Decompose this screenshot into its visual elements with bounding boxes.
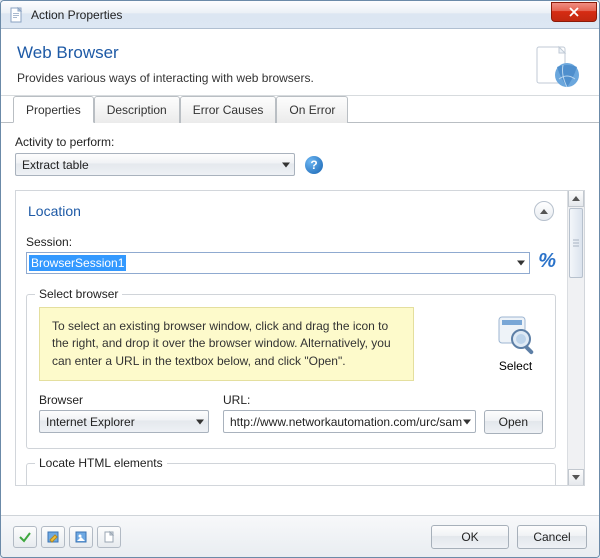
tab-properties[interactable]: Properties [13,96,94,123]
chevron-up-icon [540,209,548,214]
image-icon [74,530,88,544]
chevron-down-icon [282,162,290,167]
image-mini-button[interactable] [69,526,93,548]
window-title: Action Properties [31,8,551,22]
select-browser-group: Select browser To select an existing bro… [26,294,556,449]
select-label: Select [488,359,543,373]
triangle-down-icon [572,475,580,480]
activity-label: Activity to perform: [15,135,585,149]
chevron-down-icon [196,419,204,424]
page-title: Web Browser [17,43,583,63]
triangle-up-icon [572,196,580,201]
new-mini-button[interactable] [97,526,121,548]
session-value: BrowserSession1 [29,255,126,271]
edit-mini-button[interactable] [41,526,65,548]
document-icon [102,530,116,544]
help-icon[interactable]: ? [305,156,323,174]
tab-description[interactable]: Description [94,96,180,123]
dialog-window: Action Properties Web Browser Provides v… [0,0,600,558]
chevron-down-icon [517,261,525,266]
locate-elements-group: Locate HTML elements [26,463,556,485]
browser-combo-value: Internet Explorer [46,415,135,429]
session-label: Session: [26,235,556,249]
titlebar: Action Properties [1,1,599,29]
open-button[interactable]: Open [484,410,543,434]
tab-on-error[interactable]: On Error [276,96,348,123]
pencil-icon [46,530,60,544]
vertical-scrollbar[interactable] [567,191,584,485]
url-value: http://www.networkautomation.com/urc/sam [230,415,462,429]
select-browser-hint: To select an existing browser window, cl… [39,307,414,381]
properties-scroll-area: Location Session: BrowserSession1 % [15,190,585,486]
scroll-up-button[interactable] [568,191,584,207]
magnifier-icon [495,313,537,355]
activity-combo[interactable]: Extract table [15,153,295,176]
browser-label: Browser [39,393,209,407]
location-section-title: Location [28,203,81,219]
page-subtitle: Provides various ways of interacting wit… [17,71,583,85]
url-combo[interactable]: http://www.networkautomation.com/urc/sam [223,410,476,433]
percent-variable-button[interactable]: % [538,250,556,273]
url-label: URL: [223,393,543,407]
tab-error-causes[interactable]: Error Causes [180,96,277,123]
scroll-thumb[interactable] [569,208,583,278]
select-browser-group-title: Select browser [35,287,122,301]
close-icon [568,7,580,17]
scroll-down-button[interactable] [568,469,584,485]
confirm-mini-button[interactable] [13,526,37,548]
activity-combo-value: Extract table [22,158,89,172]
select-drag-target[interactable]: Select [488,313,543,373]
ok-button[interactable]: OK [431,525,509,549]
dialog-header: Web Browser Provides various ways of int… [1,29,599,96]
tab-panel-properties: Activity to perform: Extract table ? Loc… [1,123,599,515]
check-icon [18,530,32,544]
dialog-footer: OK Cancel [1,515,599,557]
locate-elements-group-title: Locate HTML elements [35,456,167,470]
web-globe-icon [533,43,581,91]
chevron-down-icon [463,419,471,424]
browser-combo[interactable]: Internet Explorer [39,410,209,433]
tab-bar: Properties Description Error Causes On E… [1,95,599,123]
document-icon [9,7,25,23]
session-combo[interactable]: BrowserSession1 [26,252,530,274]
close-button[interactable] [551,2,597,22]
collapse-button[interactable] [534,201,554,221]
cancel-button[interactable]: Cancel [517,525,587,549]
